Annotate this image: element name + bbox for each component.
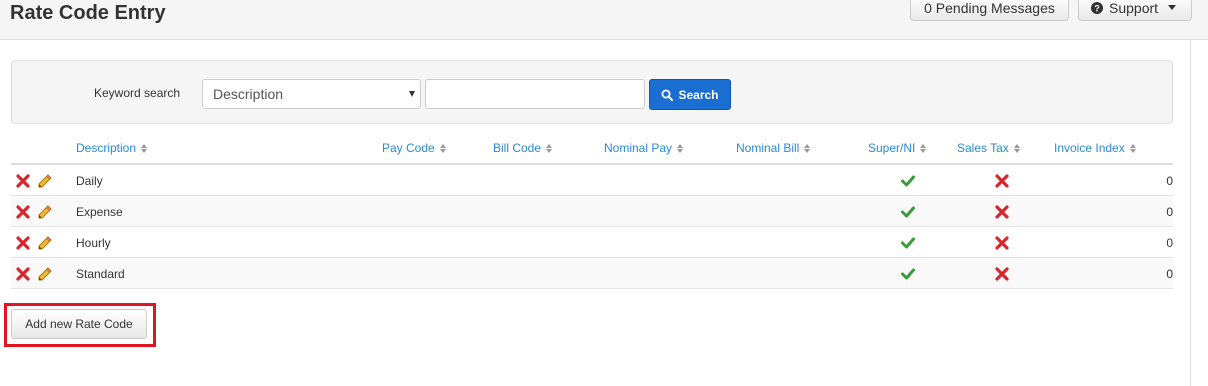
pencil-icon[interactable] [37, 173, 53, 189]
delete-x-icon[interactable] [16, 236, 30, 250]
column-label: Pay Code [382, 141, 435, 155]
red-x-icon [995, 174, 1009, 188]
delete-x-icon[interactable] [16, 267, 30, 281]
pencil-icon[interactable] [37, 266, 53, 282]
column-nominal-pay-header[interactable]: Nominal Pay [604, 141, 684, 155]
sort-icon [439, 144, 446, 154]
row-invoice-index: 0 [1166, 267, 1173, 281]
page-title: Rate Code Entry [10, 2, 166, 24]
sort-icon [804, 144, 811, 154]
search-input[interactable] [425, 79, 645, 109]
column-label: Invoice Index [1054, 141, 1125, 155]
table-header: Description Pay Code Bill Code Nominal P… [11, 133, 1173, 165]
question-circle-icon: ? [1091, 1, 1103, 14]
green-check-icon [901, 237, 915, 249]
pencil-icon[interactable] [37, 235, 53, 251]
column-description-header[interactable]: Description [76, 141, 148, 155]
column-super-ni-header[interactable]: Super/NI [868, 141, 927, 155]
delete-x-icon[interactable] [16, 205, 30, 219]
add-new-rate-code-label: Add new Rate Code [25, 317, 133, 331]
column-label: Super/NI [868, 141, 916, 155]
column-bill-code-header[interactable]: Bill Code [493, 141, 553, 155]
column-label: Bill Code [493, 141, 542, 155]
search-panel: Keyword search Description Search [11, 60, 1173, 124]
sort-icon [920, 144, 927, 154]
green-check-icon [901, 268, 915, 280]
sort-icon [677, 144, 684, 154]
support-button[interactable]: ? Support [1078, 0, 1192, 21]
search-button-label: Search [678, 87, 719, 102]
column-pay-code-header[interactable]: Pay Code [382, 141, 446, 155]
select-arrow-icon [409, 91, 415, 97]
table-row: Daily 0 [11, 165, 1173, 196]
row-description: Standard [76, 267, 125, 281]
column-label: Sales Tax [957, 141, 1009, 155]
row-description: Hourly [76, 236, 111, 250]
red-x-icon [995, 205, 1009, 219]
search-field-selected: Description [213, 86, 284, 102]
sort-icon [546, 144, 553, 154]
search-field-select[interactable]: Description [202, 79, 421, 109]
column-nominal-bill-header[interactable]: Nominal Bill [736, 141, 811, 155]
column-label: Nominal Bill [736, 141, 800, 155]
caret-down-icon [1168, 5, 1177, 10]
table-row: Hourly 0 [11, 227, 1173, 258]
content-divider [1190, 40, 1191, 386]
table-row: Expense 0 [11, 196, 1173, 227]
sort-icon [1129, 144, 1136, 154]
row-invoice-index: 0 [1166, 174, 1173, 188]
sort-icon [1013, 144, 1020, 154]
keyword-search-label: Keyword search [94, 86, 181, 100]
column-label: Description [76, 141, 137, 155]
delete-x-icon[interactable] [16, 174, 30, 188]
support-label: Support [1109, 0, 1159, 16]
sort-icon [141, 144, 148, 154]
top-bar: Rate Code Entry 0 Pending Messages ? Sup… [0, 0, 1208, 40]
pending-messages-button[interactable]: 0 Pending Messages [910, 0, 1069, 21]
column-label: Nominal Pay [604, 141, 673, 155]
column-invoice-index-header[interactable]: Invoice Index [1054, 141, 1136, 155]
table-row: Standard 0 [11, 258, 1173, 289]
search-icon [661, 89, 674, 101]
svg-text:?: ? [1094, 3, 1100, 13]
pencil-icon[interactable] [37, 204, 53, 220]
column-sales-tax-header[interactable]: Sales Tax [957, 141, 1020, 155]
search-button[interactable]: Search [649, 79, 731, 110]
row-description: Daily [76, 174, 103, 188]
green-check-icon [901, 206, 915, 218]
row-invoice-index: 0 [1166, 205, 1173, 219]
green-check-icon [901, 175, 915, 187]
red-x-icon [995, 236, 1009, 250]
pending-messages-label: 0 Pending Messages [924, 0, 1055, 16]
row-description: Expense [76, 205, 123, 219]
row-invoice-index: 0 [1166, 236, 1173, 250]
add-new-rate-code-button[interactable]: Add new Rate Code [11, 309, 147, 339]
red-x-icon [995, 267, 1009, 281]
